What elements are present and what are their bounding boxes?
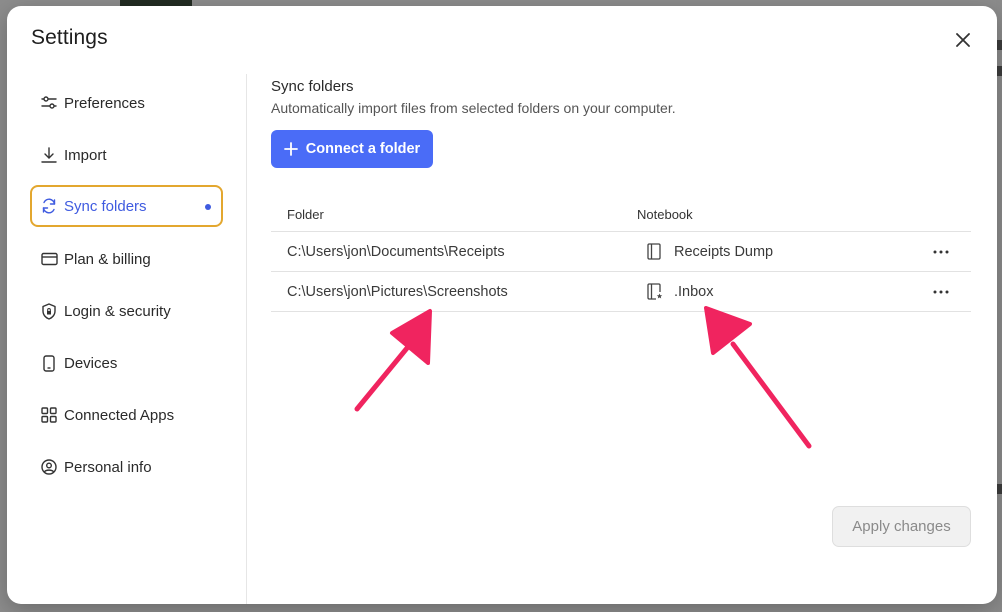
table-row: C:\Users\jon\Pictures\Screenshots .Inbox	[271, 272, 971, 312]
shield-lock-icon	[40, 302, 58, 320]
connect-folder-label: Connect a folder	[305, 141, 421, 157]
sidebar-item-label: Plan & billing	[64, 250, 151, 268]
modal-title: Settings	[31, 26, 108, 49]
sidebar-item-preferences[interactable]: Preferences	[30, 82, 223, 124]
sidebar-item-label: Preferences	[64, 94, 145, 112]
close-button[interactable]	[951, 28, 975, 52]
sidebar-item-connected-apps[interactable]: Connected Apps	[30, 394, 223, 436]
connect-folder-button[interactable]: Connect a folder	[271, 130, 433, 168]
more-horizontal-icon	[933, 290, 949, 293]
settings-sidebar: Preferences Import Sync folders Plan & b…	[27, 70, 247, 604]
sidebar-item-import[interactable]: Import	[30, 134, 223, 176]
download-icon	[40, 146, 58, 164]
close-icon	[956, 33, 970, 47]
table-header: Folder Notebook	[271, 198, 971, 232]
sidebar-item-sync-folders[interactable]: Sync folders	[30, 185, 223, 227]
sidebar-item-label: Personal info	[64, 458, 152, 476]
column-header-notebook: Notebook	[637, 207, 693, 222]
sidebar-divider	[246, 74, 247, 604]
settings-modal: Settings Preferences Import Sync folders…	[7, 6, 997, 604]
sliders-icon	[40, 94, 58, 112]
sidebar-item-label: Devices	[64, 354, 118, 372]
unsaved-indicator-dot	[205, 204, 211, 210]
notebook-star-icon	[647, 282, 665, 301]
sidebar-item-plan-billing[interactable]: Plan & billing	[30, 238, 223, 280]
user-circle-icon	[40, 458, 58, 476]
row-more-button[interactable]	[933, 290, 949, 294]
credit-card-icon	[40, 250, 58, 268]
sidebar-item-label: Login & security	[64, 302, 171, 320]
sidebar-item-label: Connected Apps	[64, 406, 175, 424]
notebook-cell[interactable]: Receipts Dump	[621, 242, 911, 261]
notebook-cell[interactable]: .Inbox	[621, 282, 911, 301]
column-header-folder: Folder	[287, 207, 324, 222]
sync-icon	[40, 197, 58, 215]
section-title: Sync folders	[271, 78, 354, 95]
sidebar-item-label: Sync folders	[64, 197, 147, 215]
row-more-button[interactable]	[933, 250, 949, 254]
table-row: C:\Users\jon\Documents\Receipts Receipts…	[271, 232, 971, 272]
sync-folders-panel: Sync folders Automatically import files …	[271, 78, 971, 312]
sync-folders-table: Folder Notebook C:\Users\jon\Documents\R…	[271, 198, 971, 312]
more-horizontal-icon	[933, 250, 949, 253]
apply-changes-button[interactable]: Apply changes	[832, 506, 971, 547]
notebook-icon	[647, 242, 665, 261]
folder-path: C:\Users\jon\Pictures\Screenshots	[287, 283, 508, 300]
apps-grid-icon	[40, 406, 58, 424]
notebook-name: Receipts Dump	[674, 243, 774, 260]
sidebar-item-devices[interactable]: Devices	[30, 342, 223, 384]
sidebar-item-login-security[interactable]: Login & security	[30, 290, 223, 332]
notebook-name: .Inbox	[674, 283, 714, 300]
phone-icon	[40, 354, 58, 372]
sidebar-item-label: Import	[64, 146, 107, 164]
sidebar-item-personal-info[interactable]: Personal info	[30, 446, 223, 488]
plus-icon	[283, 142, 298, 156]
section-description: Automatically import files from selected…	[271, 100, 676, 116]
folder-path: C:\Users\jon\Documents\Receipts	[287, 243, 505, 260]
